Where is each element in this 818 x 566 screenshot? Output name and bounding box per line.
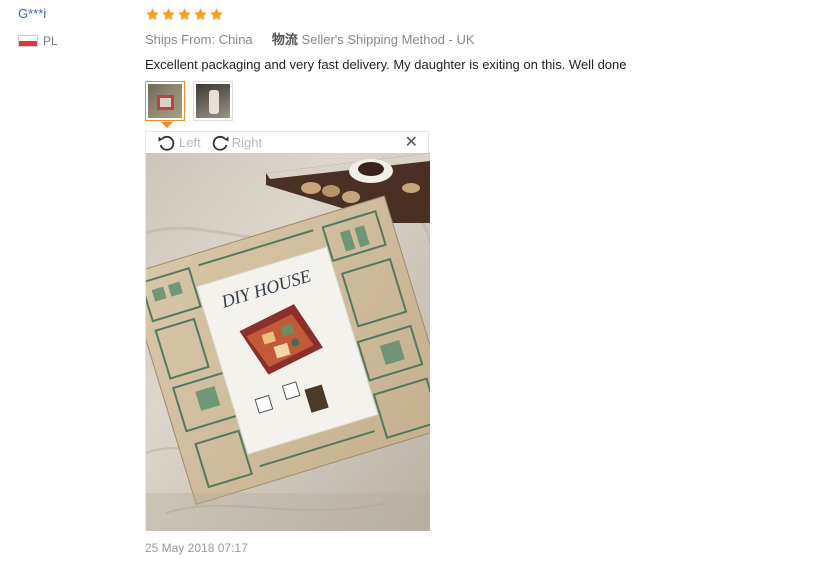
review-photo-thumbnails — [145, 81, 233, 121]
flag-icon — [18, 35, 38, 47]
reviewer-info: G***i PL — [18, 6, 128, 48]
country-code: PL — [43, 34, 58, 48]
star-icon — [178, 7, 191, 20]
viewer-toolbar: Left Right ✕ — [146, 132, 428, 153]
review-photo: DIY HOUSE — [146, 153, 430, 531]
star-icon — [194, 7, 207, 20]
rotate-right-icon — [212, 135, 229, 151]
ships-from: Ships From: China — [145, 32, 253, 47]
star-icon — [146, 7, 159, 20]
review-photo-thumbnail-2[interactable] — [193, 81, 233, 121]
reviewer-name[interactable]: G***i — [18, 6, 128, 22]
rotate-right-label: Right — [231, 135, 263, 150]
shipping-info: Ships From: China 物流 Seller's Shipping M… — [145, 32, 795, 48]
rotate-left-icon — [158, 135, 175, 151]
review-photo-thumbnail-1[interactable] — [145, 81, 185, 121]
reviewer-country: PL — [18, 34, 128, 48]
rotate-right-button[interactable]: Right — [209, 134, 262, 152]
shipping-method: Seller's Shipping Method - UK — [301, 32, 475, 47]
review-content: Ships From: China 物流 Seller's Shipping M… — [145, 5, 795, 73]
review-photo-image: DIY HOUSE — [146, 153, 430, 531]
star-rating — [145, 5, 795, 23]
photo-thumbnail-image — [148, 84, 182, 118]
close-icon[interactable]: ✕ — [405, 134, 418, 152]
shipping-label: 物流 — [271, 32, 298, 47]
active-thumbnail-caret — [161, 122, 173, 128]
photo-thumbnail-image — [196, 84, 230, 118]
rotate-left-label: Left — [179, 135, 201, 150]
review-text: Excellent packaging and very fast delive… — [145, 57, 627, 72]
review-date: 25 May 2018 07:17 — [145, 541, 248, 555]
star-icon — [162, 7, 175, 20]
star-icon — [210, 7, 223, 20]
rotate-left-button[interactable]: Left — [156, 134, 201, 152]
photo-viewer: Left Right ✕ DIY HOUSE — [145, 131, 430, 531]
